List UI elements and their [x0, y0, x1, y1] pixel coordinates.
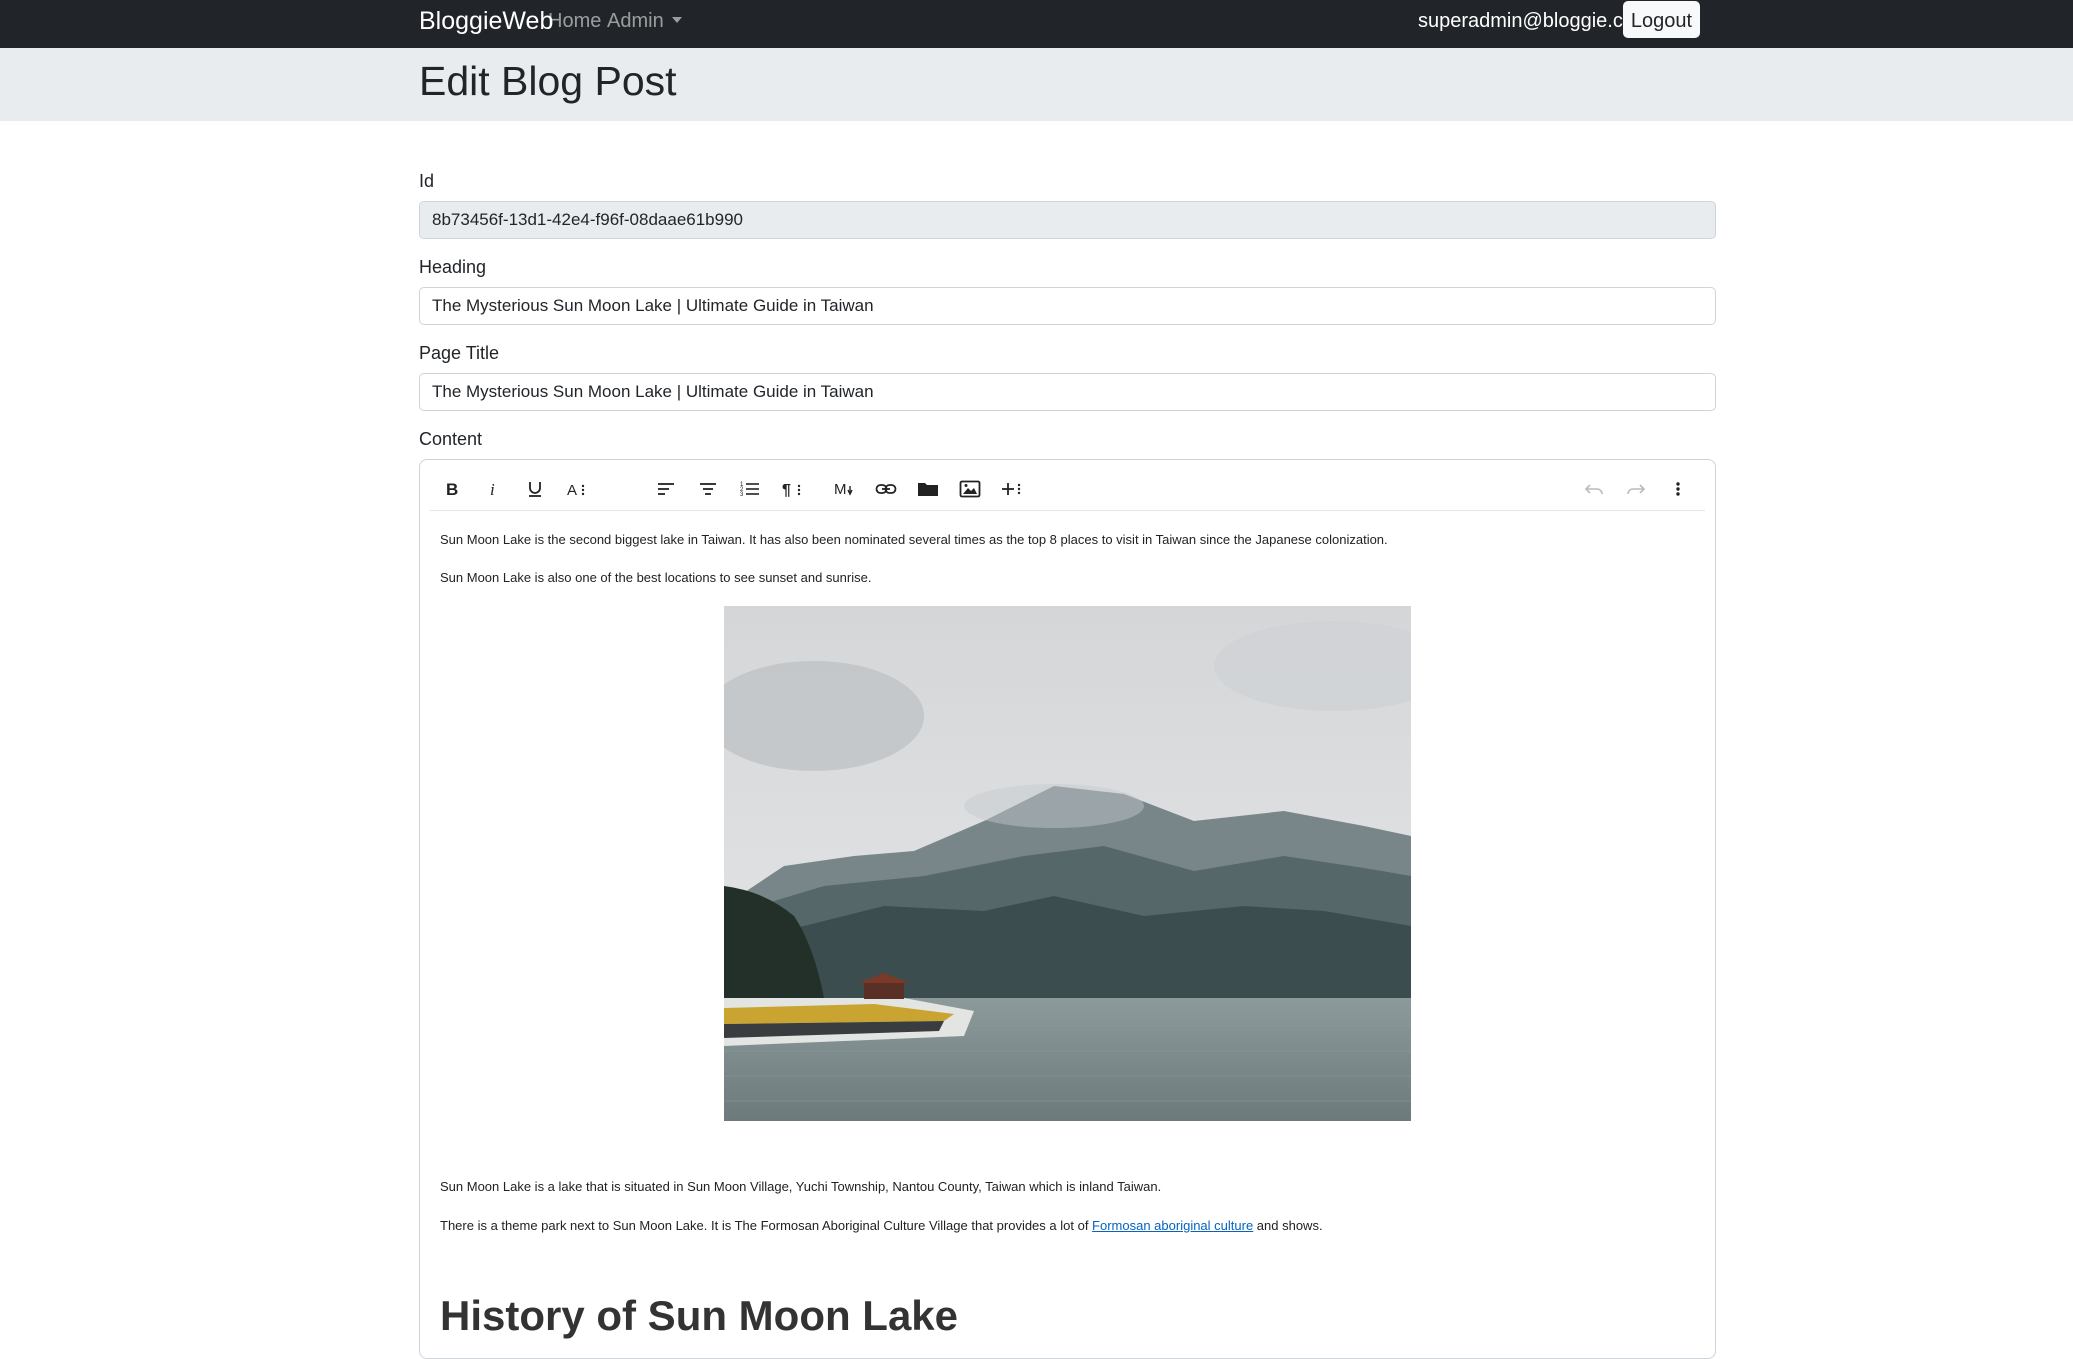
align-left-icon[interactable] — [650, 473, 682, 505]
heading-field[interactable] — [419, 287, 1716, 325]
svg-text:M: M — [834, 481, 847, 498]
editor-heading[interactable]: History of Sun Moon Lake — [440, 1292, 958, 1340]
paragraph-text: There is a theme park next to Sun Moon L… — [440, 1218, 1093, 1233]
paragraph-text: and shows. — [1253, 1218, 1323, 1233]
id-field[interactable] — [419, 201, 1716, 239]
undo-icon[interactable] — [1578, 473, 1610, 505]
lake-photo — [724, 606, 1411, 1121]
navbar: BloggieWeb Home Admin superadmin@bloggie… — [0, 0, 2073, 48]
markdown-icon[interactable]: M — [828, 473, 860, 505]
id-label: Id — [419, 171, 435, 191]
svg-text:B: B — [446, 480, 458, 498]
svg-text:i: i — [490, 480, 495, 498]
brand-link[interactable]: BloggieWeb — [419, 9, 553, 34]
nav-home-link[interactable]: Home — [548, 11, 601, 31]
page-title-field[interactable] — [419, 373, 1716, 411]
paragraph-icon[interactable]: ¶ — [776, 473, 808, 505]
svg-text:3: 3 — [740, 492, 744, 498]
link-icon[interactable] — [870, 473, 902, 505]
svg-text:A: A — [567, 482, 577, 498]
more-icon[interactable] — [1662, 473, 1694, 505]
ordered-list-icon[interactable]: 123 — [734, 473, 766, 505]
insert-icon[interactable] — [996, 473, 1028, 505]
editor-paragraph[interactable]: Sun Moon Lake is the second biggest lake… — [440, 532, 1388, 548]
bold-icon[interactable]: B — [435, 473, 467, 505]
italic-icon[interactable]: i — [477, 473, 509, 505]
caret-down-icon — [671, 17, 682, 23]
lake-image[interactable] — [724, 606, 1411, 1121]
align-center-icon[interactable] — [692, 473, 724, 505]
heading-label: Heading — [419, 257, 487, 277]
content-label: Content — [419, 429, 483, 449]
editor-paragraph[interactable]: Sun Moon Lake is also one of the best lo… — [440, 570, 871, 586]
redo-icon[interactable] — [1620, 473, 1652, 505]
page-title: Edit Blog Post — [419, 58, 677, 104]
svg-text:¶: ¶ — [782, 482, 791, 498]
page-header — [0, 48, 2073, 121]
user-email: superadmin@bloggie.com — [1418, 10, 1651, 32]
editor-paragraph-with-link[interactable]: There is a theme park next to Sun Moon L… — [440, 1218, 1323, 1234]
image-icon[interactable] — [954, 473, 986, 505]
folder-icon[interactable] — [912, 473, 944, 505]
page-title-label: Page Title — [419, 343, 500, 363]
logout-button[interactable]: Logout — [1623, 1, 1700, 38]
underline-icon[interactable] — [519, 473, 551, 505]
text-size-icon[interactable]: A — [561, 473, 593, 505]
editor-paragraph[interactable]: Sun Moon Lake is a lake that is situated… — [440, 1179, 1161, 1195]
nav-admin-label: Admin — [607, 10, 664, 32]
formosan-culture-link[interactable]: Formosan aboriginal culture — [1092, 1218, 1253, 1233]
nav-admin-dropdown[interactable]: Admin — [607, 11, 682, 31]
editor-toolbar: B i A 123 ¶ M — [430, 468, 1705, 511]
